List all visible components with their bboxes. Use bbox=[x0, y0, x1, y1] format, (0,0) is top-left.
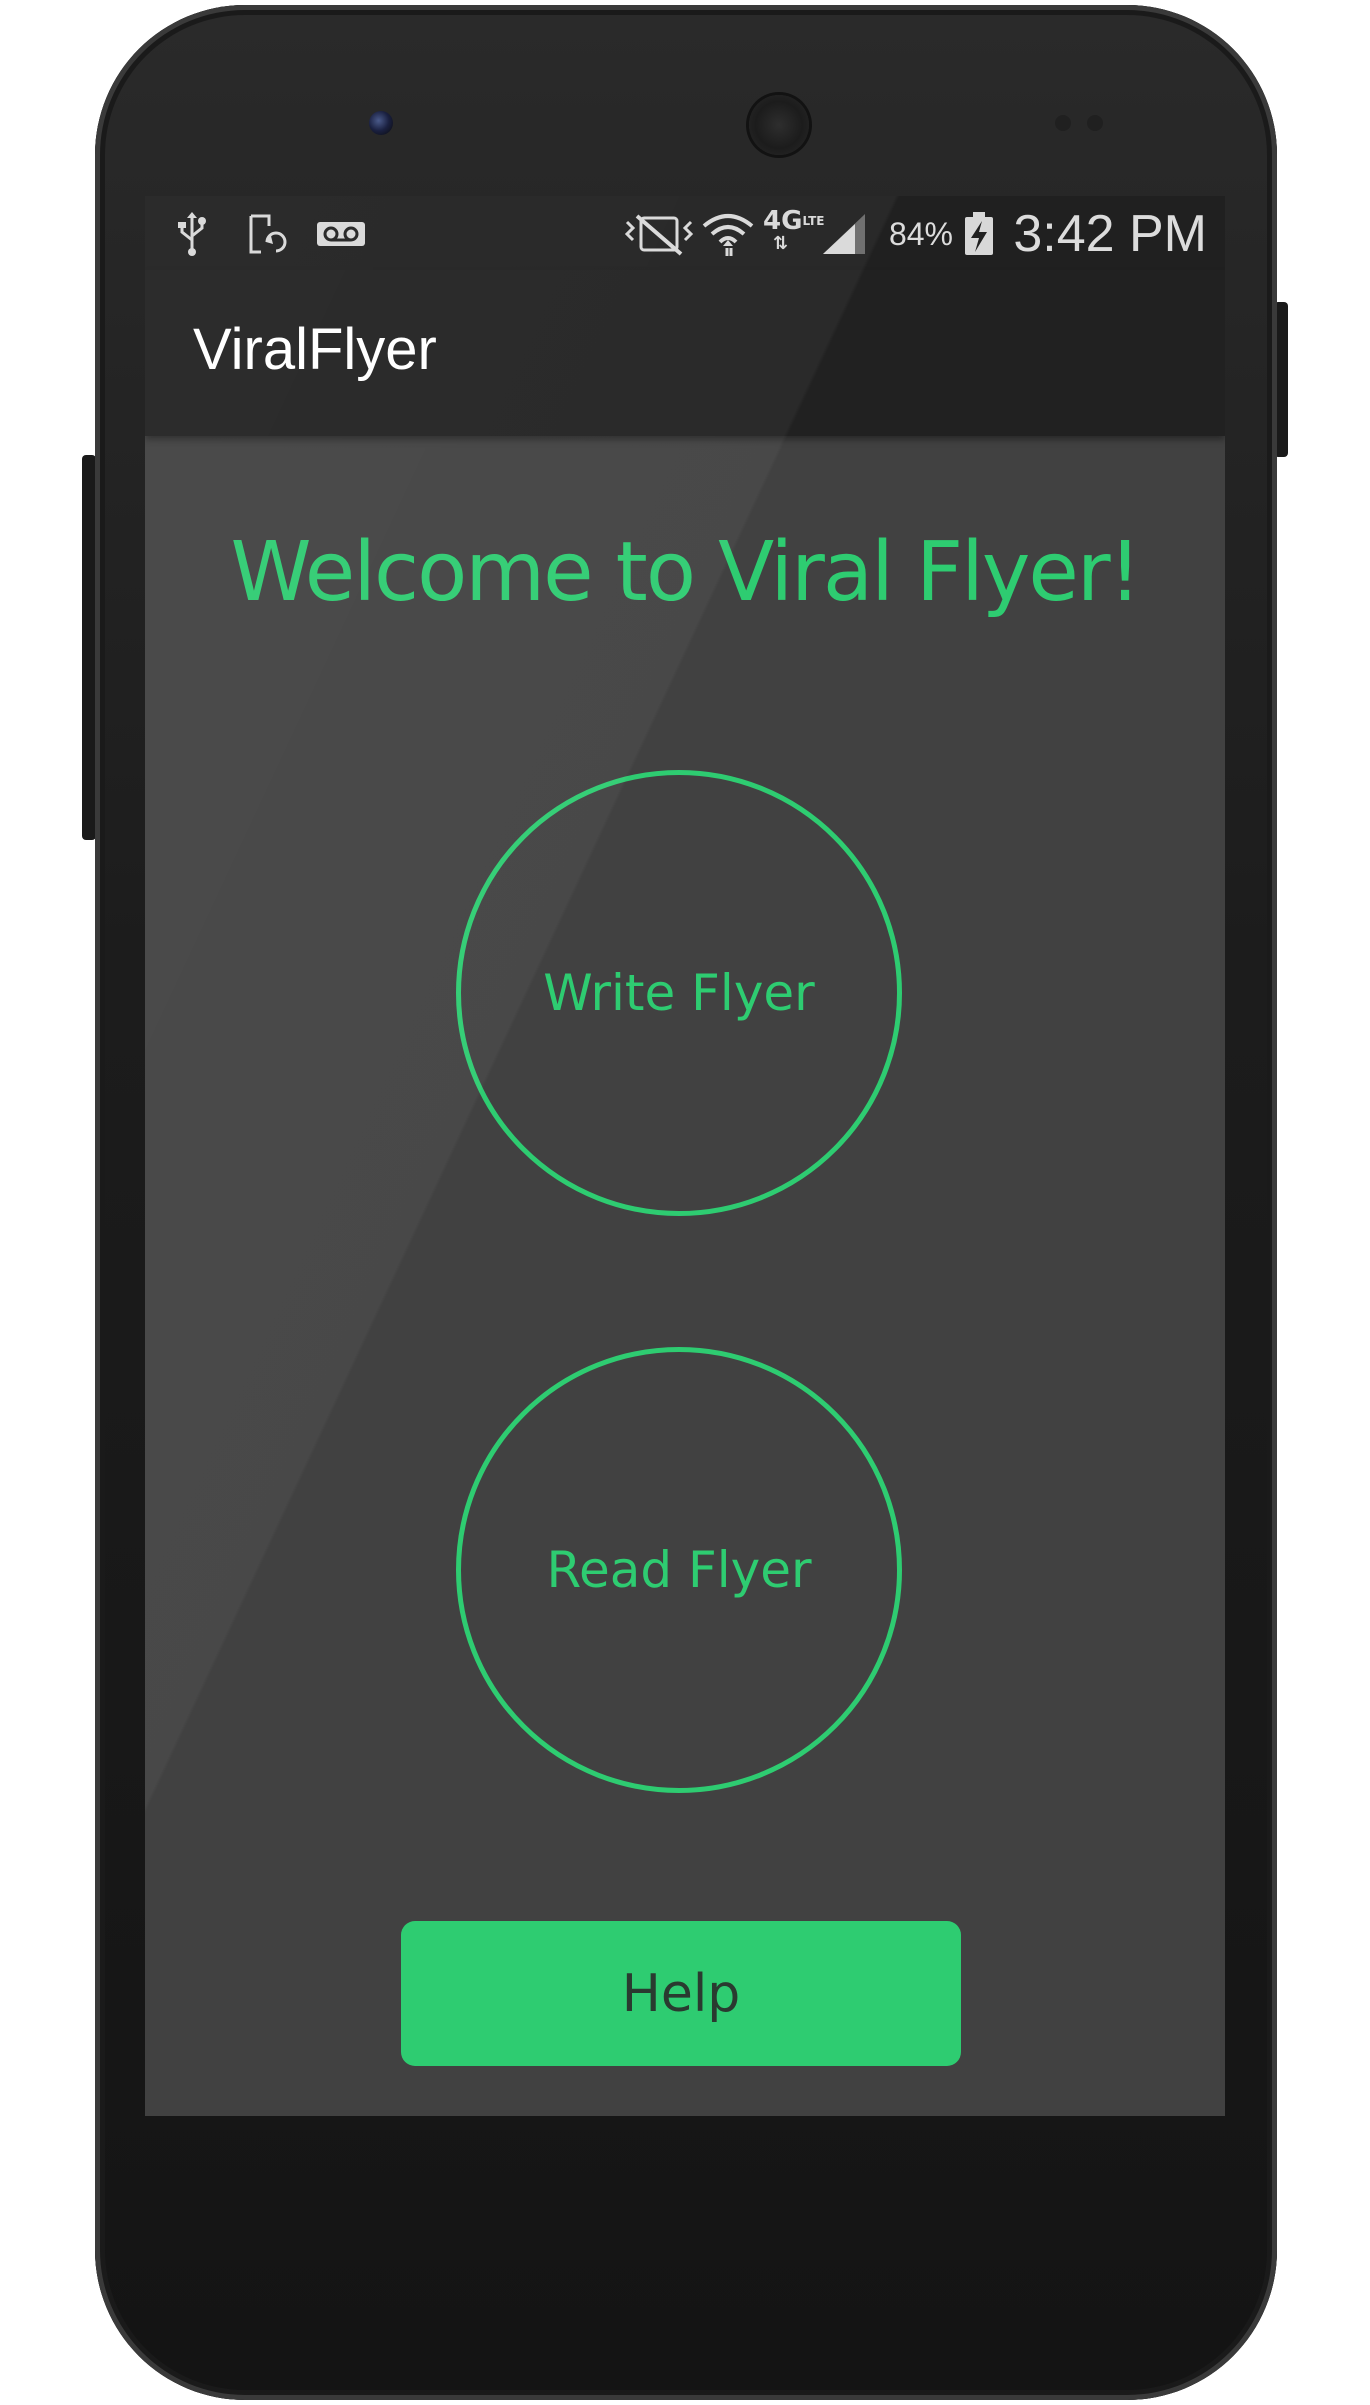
help-label: Help bbox=[621, 1963, 741, 2024]
read-flyer-label: Read Flyer bbox=[546, 1541, 812, 1599]
write-flyer-label: Write Flyer bbox=[543, 964, 815, 1022]
earpiece-speaker bbox=[749, 95, 809, 155]
status-bar: 4GLTE ⇅ 84% 3:42 PM bbox=[145, 196, 1225, 270]
screen: 4GLTE ⇅ 84% 3:42 PM ViralFlyer Welcome t… bbox=[145, 196, 1225, 2116]
battery-charging-icon bbox=[965, 212, 993, 255]
read-flyer-button[interactable]: Read Flyer bbox=[456, 1347, 902, 1793]
front-camera bbox=[369, 111, 393, 135]
light-sensor bbox=[1087, 115, 1103, 131]
vibrate-icon bbox=[624, 214, 694, 256]
battery-percent: 84% bbox=[888, 216, 953, 252]
lte-icon: 4GLTE ⇅ bbox=[763, 206, 825, 254]
app-title: ViralFlyer bbox=[193, 317, 437, 382]
usb-icon bbox=[178, 212, 206, 256]
write-flyer-button[interactable]: Write Flyer bbox=[456, 770, 902, 1216]
proximity-sensor bbox=[1055, 115, 1071, 131]
voicemail-icon bbox=[317, 222, 365, 246]
volume-button bbox=[82, 455, 96, 840]
welcome-heading: Welcome to Viral Flyer! bbox=[230, 525, 1142, 620]
action-bar: ViralFlyer bbox=[145, 270, 1225, 436]
signal-icon bbox=[823, 214, 865, 254]
sync-icon bbox=[249, 214, 287, 254]
status-time: 3:42 PM bbox=[1013, 205, 1207, 263]
help-button[interactable]: Help bbox=[401, 1921, 961, 2066]
wifi-icon bbox=[702, 214, 754, 256]
